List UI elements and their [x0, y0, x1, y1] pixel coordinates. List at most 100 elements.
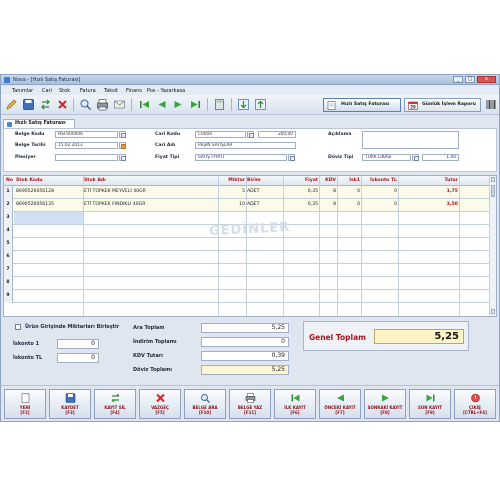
genel-toplam-box: Genel Toplam 5,25 [303, 321, 469, 351]
doviz-tipi-select[interactable]: TÜRK LİRASI [362, 154, 411, 161]
save-icon[interactable] [22, 98, 35, 111]
cell-iskonto-tl[interactable]: 0 [363, 199, 397, 211]
menu-taksit[interactable]: Taksit [104, 88, 118, 94]
menu-finans[interactable]: Finans [126, 88, 142, 94]
last-record-icon[interactable] [189, 98, 202, 111]
invoice-lines-grid[interactable]: No Stok Kodu Stok Adı Miktar Birim Fiyat… [3, 175, 497, 317]
cell-stok-kodu[interactable]: 8690526056135 [16, 199, 82, 211]
menu-pos[interactable]: Pos - Yazarkasa [147, 88, 185, 94]
print-icon[interactable] [96, 98, 109, 111]
onceki-kayit-button[interactable]: ÖNCEKİ KAYIT [F7] [319, 389, 361, 419]
iskonto-tl-field[interactable]: 0 [57, 353, 99, 363]
menu-stok[interactable]: Stok [59, 88, 70, 94]
import-icon[interactable] [237, 98, 250, 111]
merge-quantities-checkbox[interactable] [15, 324, 21, 330]
cari-kodu-field[interactable]: C0004 [195, 131, 246, 138]
cell-kdv[interactable]: 8 [320, 186, 336, 198]
yeni-button[interactable]: YENİ [F2] [4, 389, 46, 419]
cell-fiyat[interactable]: 0,35 [284, 186, 318, 198]
table-row[interactable]: 8 [4, 277, 490, 290]
kayit-sil-button[interactable]: KAYIT SİL [F4] [94, 389, 136, 419]
scroll-down-button[interactable] [491, 309, 495, 314]
cikis-button[interactable]: ÇIKIŞ [CTRL+F4] [454, 389, 496, 419]
table-row[interactable]: 9 [4, 290, 490, 303]
refresh-icon[interactable] [39, 98, 52, 111]
menu-tanimlar[interactable]: Tanımlar [12, 88, 33, 94]
cell-fiyat[interactable]: 0,35 [284, 199, 318, 211]
cell-kdv[interactable]: 8 [320, 199, 336, 211]
kaydet-button[interactable]: KAYDET [F3] [49, 389, 91, 419]
search-icon[interactable] [79, 98, 92, 111]
table-row[interactable]: 1 8690526056128 ETİ TOPKEK MEYVELİ 40GR … [4, 186, 490, 199]
selected-cell[interactable] [14, 212, 83, 224]
col-fiyat[interactable]: Fiyat [284, 178, 318, 183]
table-row[interactable]: 5 [4, 238, 490, 251]
col-no[interactable]: No [6, 178, 13, 183]
belge-kodu-field[interactable]: HSF000006 [55, 131, 118, 138]
doviz-tipi-dropdown-button[interactable] [412, 154, 419, 161]
fiyat-tipi-dropdown-button[interactable] [288, 154, 295, 161]
cell-birim[interactable]: ADET [247, 199, 282, 211]
belge-yaz-button[interactable]: BELGE YAZ [F11] [229, 389, 271, 419]
col-miktar[interactable]: Miktar [219, 178, 245, 183]
tab-gunluk-islem-raporu[interactable]: 29 Günlük İşlem Raporu [404, 98, 481, 112]
menu-fatura[interactable]: Fatura [80, 88, 96, 94]
belge-tarihi-field[interactable]: 15.02.2013 [55, 142, 118, 149]
first-record-icon[interactable] [138, 98, 151, 111]
scrollbar-thumb[interactable] [491, 185, 495, 197]
cell-birim[interactable]: ADET [247, 186, 282, 198]
doviz-kuru-field[interactable]: 1,00 [422, 154, 459, 161]
cell-stok-adi[interactable]: ETİ TOPKEK MEYVELİ 40GR [84, 186, 218, 198]
minimize-button[interactable]: _ [453, 76, 463, 83]
col-tutar[interactable]: Tutar [400, 178, 458, 183]
delete-icon[interactable] [56, 98, 69, 111]
calendar-button[interactable] [119, 142, 126, 149]
col-stok-adi[interactable]: Stok Adı [84, 178, 106, 183]
plasiyer-field[interactable] [55, 154, 118, 161]
plasiyer-lookup-button[interactable] [119, 154, 126, 161]
son-kayit-button[interactable]: SON KAYIT [F9] [409, 389, 451, 419]
table-row[interactable]: 6 [4, 251, 490, 264]
cell-iskonto-tl[interactable]: 0 [363, 186, 397, 198]
barcode-icon[interactable] [485, 98, 498, 111]
col-stok-kodu[interactable]: Stok Kodu [16, 178, 43, 183]
next-record-icon[interactable] [172, 98, 185, 111]
belge-ara-button[interactable]: BELGE ARA [F10] [184, 389, 226, 419]
edit-icon[interactable] [5, 98, 18, 111]
title-bar[interactable]: Nova - [Hızlı Satış Faturası] _ □ x [1, 75, 499, 85]
belge-yaz-button-label: BELGE YAZ [F11] [237, 405, 263, 415]
fiyat-tipi-select[interactable]: SATIŞ FİYATI [195, 154, 287, 161]
cell-miktar[interactable]: 5 [219, 186, 245, 198]
table-row[interactable]: 2 8690526056135 ETİ TOPKEK FINDIKLI 40GR… [4, 199, 490, 212]
export-icon[interactable] [254, 98, 267, 111]
cell-miktar[interactable]: 10 [219, 199, 245, 211]
menu-cari[interactable]: Cari [42, 88, 52, 94]
cari-adi-field[interactable]: PEŞİN SATIŞLAR [195, 142, 296, 149]
col-kdv[interactable]: KDV [320, 178, 336, 183]
previous-record-icon[interactable] [155, 98, 168, 111]
document-tab[interactable]: Hızlı Satış Faturası [3, 119, 75, 128]
cari-kodu-lookup-button[interactable] [247, 131, 254, 138]
vazgec-button[interactable]: VAZGEÇ [F5] [139, 389, 181, 419]
table-row[interactable]: 7 [4, 264, 490, 277]
ilk-kayit-button[interactable]: İLK KAYIT [F6] [274, 389, 316, 419]
document-icon [7, 122, 12, 127]
cell-isk1[interactable]: 0 [338, 199, 360, 211]
cell-stok-adi[interactable]: ETİ TOPKEK FINDIKLI 40GR [84, 199, 218, 211]
aciklama-textarea[interactable] [362, 131, 459, 149]
scroll-up-button[interactable] [491, 177, 495, 182]
iskonto1-field[interactable]: 0 [57, 339, 99, 349]
calculator-icon[interactable] [213, 98, 226, 111]
close-button[interactable]: x [477, 76, 496, 83]
col-birim[interactable]: Birim [247, 178, 261, 183]
mail-icon[interactable] [113, 98, 126, 111]
cell-stok-kodu[interactable]: 8690526056128 [16, 186, 82, 198]
belge-kodu-lookup-button[interactable] [119, 131, 126, 138]
maximize-button[interactable]: □ [465, 76, 475, 83]
col-iskonto-tl[interactable]: İskonto TL [363, 178, 397, 183]
tab-hizli-satis-faturasi[interactable]: Hızlı Satış Faturası [323, 98, 401, 112]
cell-isk1[interactable]: 0 [338, 186, 360, 198]
grid-vertical-scrollbar[interactable] [489, 176, 496, 316]
sonraki-kayit-button[interactable]: SONRAKİ KAYIT [F8] [364, 389, 406, 419]
col-isk1[interactable]: İsk1 [338, 178, 360, 183]
